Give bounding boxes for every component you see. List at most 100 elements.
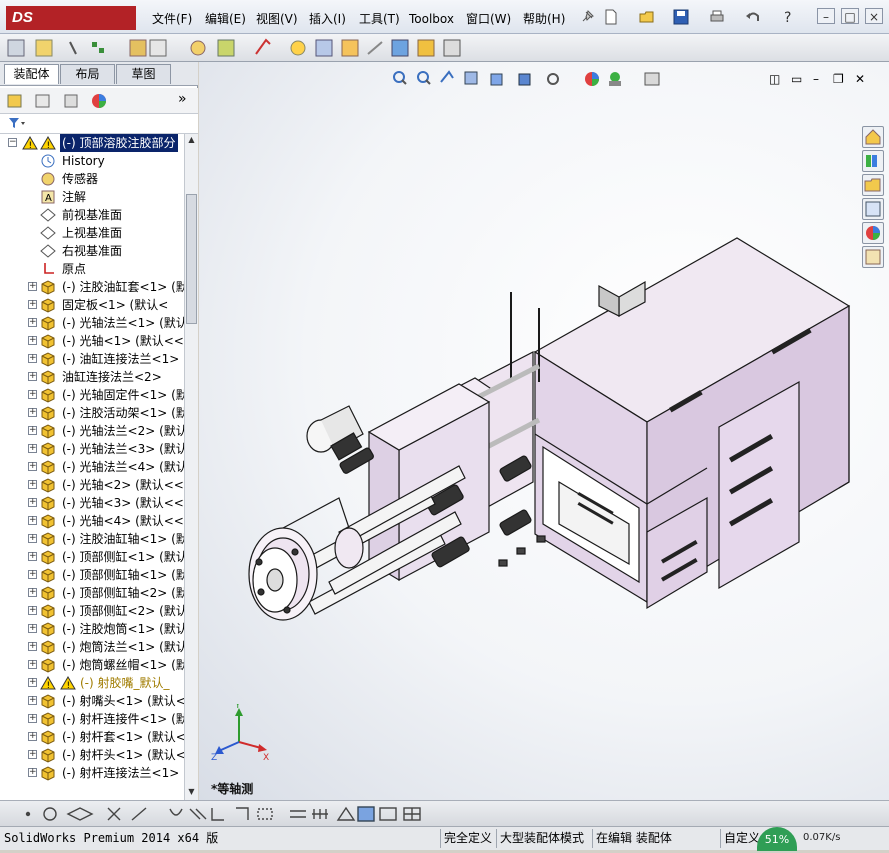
collapse-toggle-icon[interactable]: − <box>8 138 17 147</box>
tree-item[interactable]: + (-) 光轴<4> (默认<<默 <box>0 512 184 530</box>
expand-toggle-icon[interactable]: + <box>28 336 37 345</box>
minimize-button[interactable]: – <box>817 8 835 24</box>
expand-toggle-icon[interactable]: + <box>28 606 37 615</box>
scrollbar-thumb[interactable] <box>186 194 197 324</box>
menu-file[interactable]: 文件(F) <box>152 10 192 28</box>
tree-item[interactable]: + (-) 光轴固定件<1> (默 <box>0 386 184 404</box>
expand-toggle-icon[interactable]: + <box>28 372 37 381</box>
expand-toggle-icon[interactable]: + <box>28 318 37 327</box>
tree-item[interactable]: + 油缸连接法兰<2> <box>0 368 184 386</box>
expand-toggle-icon[interactable]: + <box>28 732 37 741</box>
expand-toggle-icon[interactable]: + <box>28 768 37 777</box>
tree-item[interactable]: + (-) 射杆套<1> (默认< <box>0 728 184 746</box>
tree-item[interactable]: 右视基准面 <box>0 242 184 260</box>
status-large-assembly-mode[interactable]: 大型装配体模式 <box>496 829 584 848</box>
expand-toggle-icon[interactable]: + <box>28 480 37 489</box>
expand-toggle-icon[interactable]: + <box>28 588 37 597</box>
tree-item[interactable]: + (-) 炮筒螺丝帽<1> (默 <box>0 656 184 674</box>
expand-toggle-icon[interactable]: + <box>28 354 37 363</box>
expand-toggle-icon[interactable]: + <box>28 696 37 705</box>
tree-item[interactable]: + (-) 炮筒法兰<1> (默认 <box>0 638 184 656</box>
save-icon[interactable] <box>672 8 690 26</box>
tree-item[interactable]: + (-) 射杆连接法兰<1> <box>0 764 184 782</box>
tab-sketch[interactable]: 草图 <box>116 64 171 84</box>
tree-item[interactable]: + (-) 注胶油缸轴<1> (默 <box>0 530 184 548</box>
expand-toggle-icon[interactable]: + <box>28 570 37 579</box>
expand-toggle-icon[interactable]: + <box>28 624 37 633</box>
tree-item[interactable]: History <box>0 152 184 170</box>
tree-item[interactable]: + (-) 顶部侧缸轴<2> (默 <box>0 584 184 602</box>
expand-toggle-icon[interactable]: + <box>28 678 37 687</box>
scroll-down-icon[interactable]: ▼ <box>186 787 197 799</box>
new-document-icon[interactable] <box>602 8 620 26</box>
tree-item[interactable]: + (-) 油缸连接法兰<1> <box>0 350 184 368</box>
property-manager-icon[interactable] <box>34 92 52 110</box>
print-icon[interactable] <box>708 8 726 26</box>
tree-item[interactable]: + (-) 注胶炮筒<1> (默认 <box>0 620 184 638</box>
close-button[interactable]: × <box>865 8 883 24</box>
tree-item[interactable]: + (-) 光轴法兰<1> (默认 <box>0 314 184 332</box>
expand-panel-icon[interactable]: » <box>178 91 187 107</box>
menu-insert[interactable]: 插入(I) <box>309 10 346 28</box>
tree-item[interactable]: + (-) 光轴<3> (默认<<默 <box>0 494 184 512</box>
expand-toggle-icon[interactable]: + <box>28 426 37 435</box>
tree-item[interactable]: −!! (-) 顶部溶胶注胶部分 <box>0 134 184 152</box>
expand-toggle-icon[interactable]: + <box>28 462 37 471</box>
scroll-up-icon[interactable]: ▲ <box>186 135 197 147</box>
feature-manager-icon[interactable] <box>6 92 24 110</box>
tree-item[interactable]: A 注解 <box>0 188 184 206</box>
tree-scrollbar[interactable]: ▲ ▼ <box>184 134 198 800</box>
configuration-manager-icon[interactable] <box>62 92 80 110</box>
display-manager-icon[interactable] <box>90 92 108 110</box>
tree-item[interactable]: + (-) 注胶油缸套<1> (默 <box>0 278 184 296</box>
menu-tools[interactable]: 工具(T) <box>359 10 400 28</box>
tree-item[interactable]: 原点 <box>0 260 184 278</box>
tree-item[interactable]: + 固定板<1> (默认< <box>0 296 184 314</box>
expand-toggle-icon[interactable]: + <box>28 516 37 525</box>
menu-view[interactable]: 视图(V) <box>256 10 298 28</box>
tree-item[interactable]: + (-) 光轴法兰<4> (默认 <box>0 458 184 476</box>
expand-toggle-icon[interactable]: + <box>28 300 37 309</box>
tree-item[interactable]: + (-) 顶部侧缸<2> (默认 <box>0 602 184 620</box>
tree-item[interactable]: + (-) 顶部侧缸<1> (默认 <box>0 548 184 566</box>
help-icon[interactable]: ? <box>780 8 798 26</box>
filter-icon[interactable] <box>8 116 28 133</box>
menu-edit[interactable]: 编辑(E) <box>205 10 246 28</box>
menu-help[interactable]: 帮助(H) <box>523 10 565 28</box>
assembly-model[interactable] <box>199 62 889 800</box>
expand-toggle-icon[interactable]: + <box>28 498 37 507</box>
tree-item[interactable]: + (-) 射嘴头<1> (默认< <box>0 692 184 710</box>
undo-icon[interactable] <box>744 8 762 26</box>
expand-toggle-icon[interactable]: + <box>28 642 37 651</box>
sketch-tools[interactable] <box>0 801 440 827</box>
tree-item[interactable]: + (-) 光轴<1> (默认<<默 <box>0 332 184 350</box>
open-folder-icon[interactable] <box>638 8 656 26</box>
expand-toggle-icon[interactable]: + <box>28 390 37 399</box>
expand-toggle-icon[interactable]: + <box>28 552 37 561</box>
tree-item[interactable]: + (-) 射杆头<1> (默认< <box>0 746 184 764</box>
tree-item[interactable]: + (-) 光轴<2> (默认<<默 <box>0 476 184 494</box>
expand-toggle-icon[interactable]: + <box>28 282 37 291</box>
tree-item[interactable]: 前视基准面 <box>0 206 184 224</box>
tree-item[interactable]: + (-) 射杆连接件<1> (默 <box>0 710 184 728</box>
tab-layout[interactable]: 布局 <box>60 64 115 84</box>
tree-item[interactable]: + (-) 顶部侧缸轴<1> (默 <box>0 566 184 584</box>
status-customize[interactable]: 自定义 <box>720 829 760 848</box>
expand-toggle-icon[interactable]: + <box>28 714 37 723</box>
expand-toggle-icon[interactable]: + <box>28 408 37 417</box>
menu-window[interactable]: 窗口(W) <box>466 10 511 28</box>
menu-toolbox[interactable]: Toolbox <box>409 10 454 28</box>
tree-item[interactable]: 传感器 <box>0 170 184 188</box>
tab-assembly[interactable]: 装配体 <box>4 64 59 84</box>
tree-item[interactable]: + (-) 注胶活动架<1> (默 <box>0 404 184 422</box>
graphics-area[interactable]: ◫ ▭ – ❐ ✕ Y X Z *等轴测 <box>199 62 889 800</box>
pushpin-icon[interactable] <box>578 8 596 26</box>
expand-toggle-icon[interactable]: + <box>28 660 37 669</box>
command-toolbar-icons[interactable] <box>0 34 470 62</box>
expand-toggle-icon[interactable]: + <box>28 534 37 543</box>
tree-item[interactable]: + (-) 光轴法兰<2> (默认 <box>0 422 184 440</box>
expand-toggle-icon[interactable]: + <box>28 444 37 453</box>
tree-item[interactable]: + (-) 光轴法兰<3> (默认 <box>0 440 184 458</box>
restore-button[interactable]: □ <box>841 8 859 24</box>
tree-item[interactable]: 上视基准面 <box>0 224 184 242</box>
